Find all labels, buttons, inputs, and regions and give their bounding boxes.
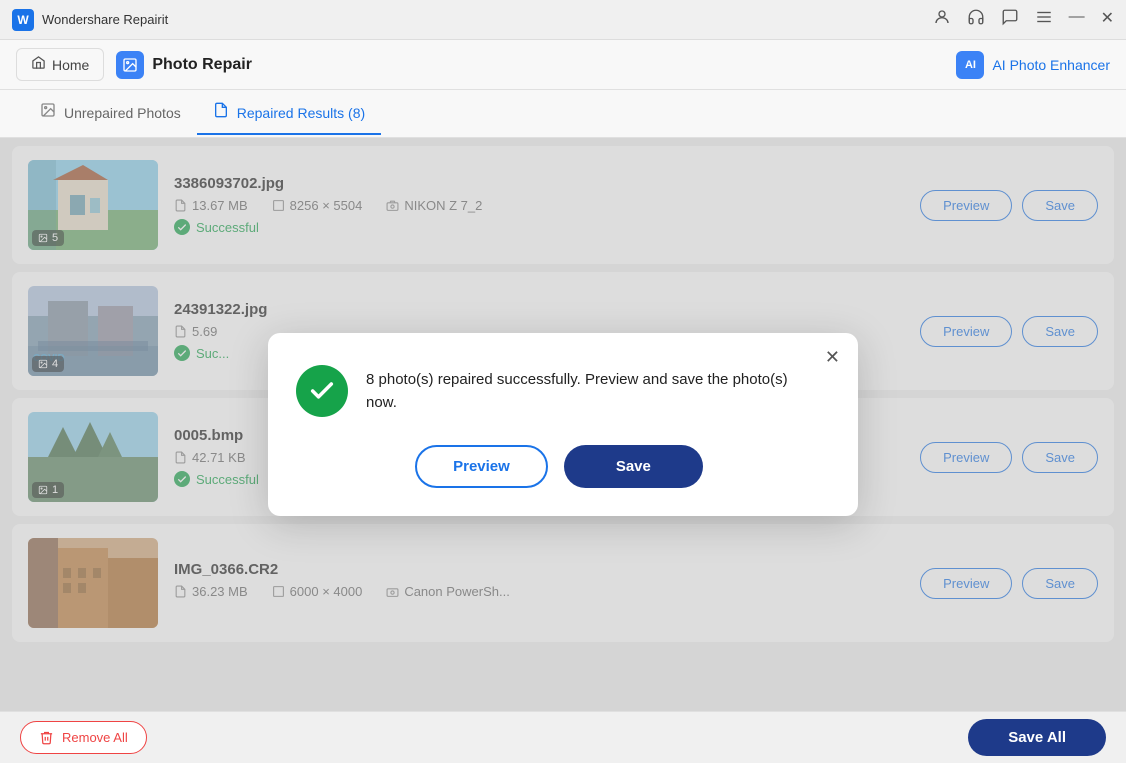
menu-icon[interactable] <box>1035 8 1053 31</box>
modal-preview-button[interactable]: Preview <box>415 445 548 488</box>
remove-all-label: Remove All <box>62 730 128 745</box>
repaired-tab-label: Repaired Results (8) <box>237 105 365 121</box>
headphone-icon[interactable] <box>967 8 985 31</box>
modal-body: 8 photo(s) repaired successfully. Previe… <box>296 361 822 417</box>
home-label: Home <box>52 57 89 73</box>
minimize-icon[interactable]: — <box>1069 8 1085 31</box>
window-controls: — ✕ <box>933 8 1114 31</box>
modal-dialog: ✕ 8 photo(s) repaired successfully. Prev… <box>268 333 858 516</box>
trash-icon <box>39 730 54 745</box>
photo-repair-label: Photo Repair <box>152 56 252 74</box>
message-icon[interactable] <box>1001 8 1019 31</box>
titlebar: W Wondershare Repairit — <box>0 0 1126 40</box>
modal-actions: Preview Save <box>296 445 822 488</box>
ai-enhancer-button[interactable]: AI AI Photo Enhancer <box>956 51 1110 79</box>
repaired-tab-icon <box>213 102 229 123</box>
success-check-icon <box>296 365 348 417</box>
tab-repaired[interactable]: Repaired Results (8) <box>197 92 381 135</box>
home-nav-button[interactable]: Home <box>16 48 104 81</box>
photo-repair-nav: Photo Repair <box>116 51 252 79</box>
unrepaired-tab-icon <box>40 102 56 123</box>
remove-all-button[interactable]: Remove All <box>20 721 147 754</box>
modal-close-button[interactable]: ✕ <box>825 347 840 368</box>
save-all-button[interactable]: Save All <box>968 719 1106 756</box>
photo-repair-icon <box>116 51 144 79</box>
tabs-bar: Unrepaired Photos Repaired Results (8) <box>0 90 1126 138</box>
app-title: Wondershare Repairit <box>42 12 933 27</box>
modal-message: 8 photo(s) repaired successfully. Previe… <box>366 369 822 414</box>
modal-backdrop: ✕ 8 photo(s) repaired successfully. Prev… <box>0 138 1126 711</box>
navbar: Home Photo Repair AI AI Photo Enhancer <box>0 40 1126 90</box>
home-icon <box>31 55 46 74</box>
modal-save-button[interactable]: Save <box>564 445 703 488</box>
ai-enhancer-label: AI Photo Enhancer <box>992 57 1110 73</box>
app-logo: W <box>12 9 34 31</box>
close-icon[interactable]: ✕ <box>1101 8 1114 31</box>
bottom-bar: Remove All Save All <box>0 711 1126 763</box>
user-icon[interactable] <box>933 8 951 31</box>
tab-unrepaired[interactable]: Unrepaired Photos <box>24 92 197 135</box>
ai-icon: AI <box>956 51 984 79</box>
unrepaired-tab-label: Unrepaired Photos <box>64 105 181 121</box>
